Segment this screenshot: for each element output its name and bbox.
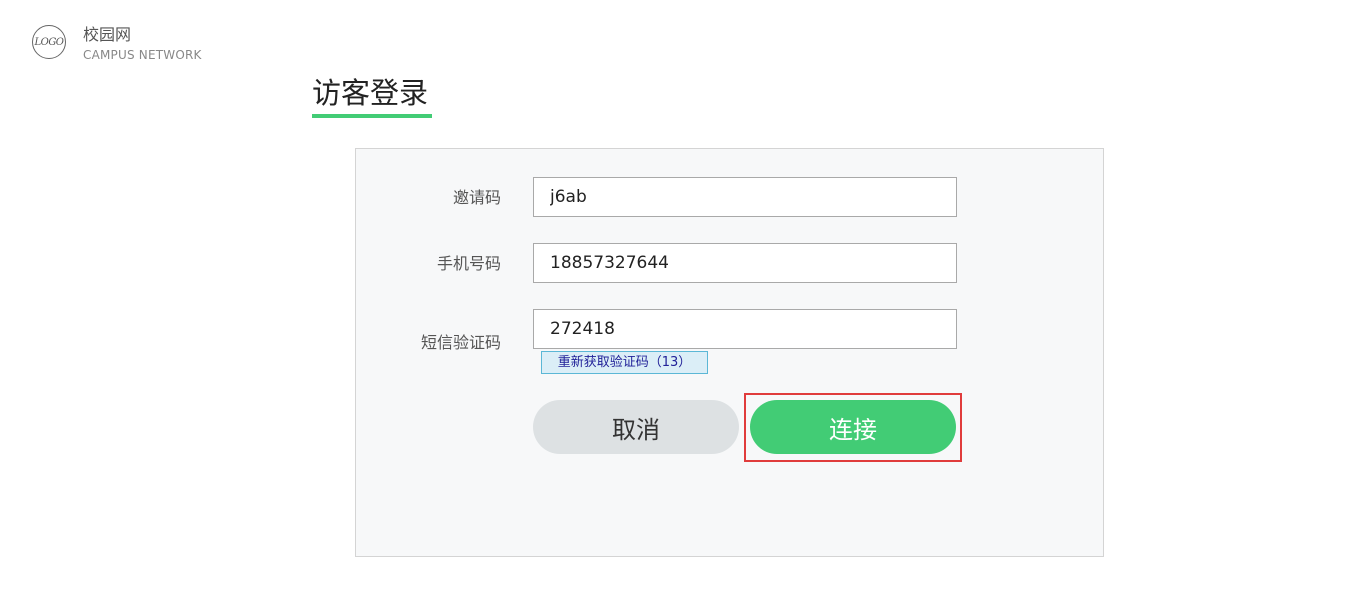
invite-code-input[interactable] <box>533 177 957 217</box>
brand-name: 校园网 <box>83 25 132 44</box>
logo-icon: LOGO <box>32 25 66 59</box>
sms-code-input[interactable] <box>533 309 957 349</box>
logo-text: LOGO <box>34 36 64 48</box>
brand-subtitle: CAMPUS NETWORK <box>83 48 202 62</box>
page-title: 访客登录 <box>312 76 429 110</box>
phone-input[interactable] <box>533 243 957 283</box>
sms-code-label: 短信验证码 <box>420 333 501 352</box>
cancel-button[interactable]: 取消 <box>533 400 739 454</box>
title-underline <box>312 114 432 118</box>
connect-button[interactable]: 连接 <box>750 400 956 454</box>
invite-code-label: 邀请码 <box>452 188 501 207</box>
resend-code-button[interactable]: 重新获取验证码（13） <box>541 351 708 374</box>
phone-label: 手机号码 <box>436 254 501 273</box>
